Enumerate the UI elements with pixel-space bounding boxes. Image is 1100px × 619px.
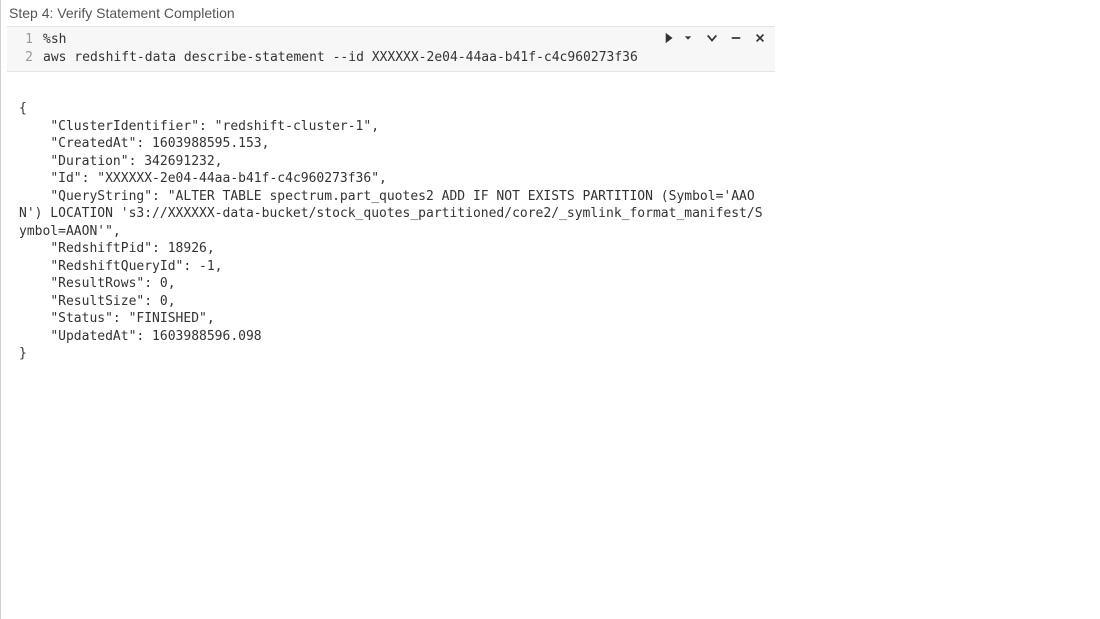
cell-output: { "ClusterIdentifier": "redshift-cluster… — [1, 72, 769, 363]
code-editor[interactable]: 1 %sh 2 aws redshift-data describe-state… — [7, 27, 775, 71]
code-text: aws redshift-data describe-statement --i… — [43, 49, 638, 67]
code-line: 2 aws redshift-data describe-statement -… — [7, 49, 775, 67]
code-text: %sh — [43, 31, 66, 49]
minimize-icon[interactable] — [729, 31, 743, 45]
line-number: 1 — [7, 31, 43, 49]
chevron-down-icon[interactable] — [705, 31, 719, 45]
cell-toolbar — [663, 31, 767, 45]
close-icon[interactable] — [753, 31, 767, 45]
code-line: 1 %sh — [7, 31, 775, 49]
run-menu-caret-icon[interactable] — [681, 31, 695, 45]
run-icon[interactable] — [663, 31, 677, 45]
code-cell[interactable]: 1 %sh 2 aws redshift-data describe-state… — [7, 26, 775, 72]
cell-title: Step 4: Verify Statement Completion — [1, 0, 1100, 26]
line-number: 2 — [7, 49, 43, 67]
